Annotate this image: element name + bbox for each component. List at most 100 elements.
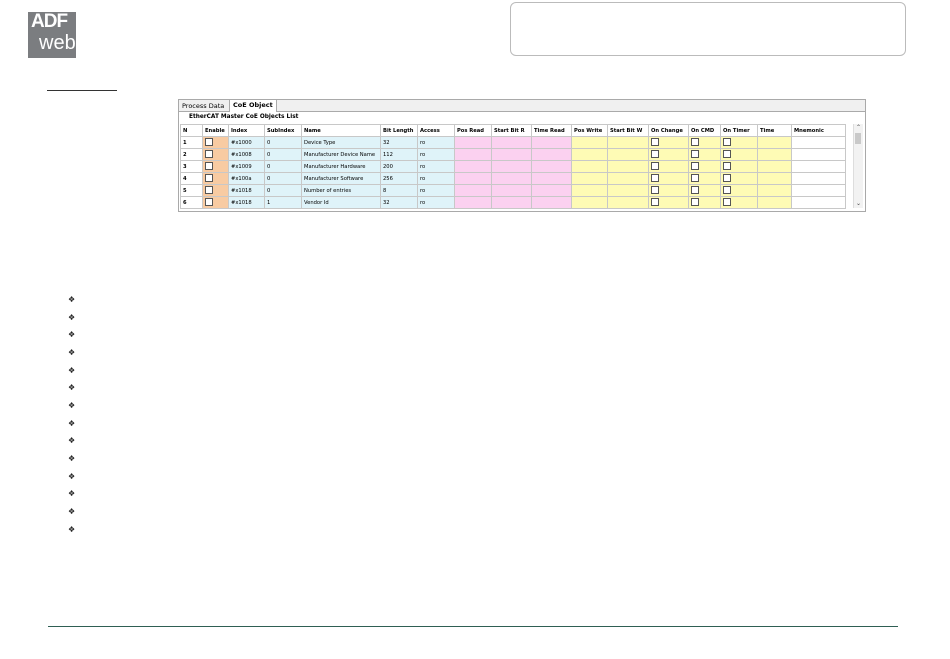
name-cell: Number of entries	[301, 184, 381, 197]
tab-coe-object[interactable]: CoE Object	[229, 100, 277, 112]
on-cmd-checkbox[interactable]	[691, 150, 699, 158]
vertical-scrollbar[interactable]: ⌃ ⌄	[853, 124, 863, 208]
mnemonic-cell[interactable]	[791, 184, 846, 197]
column-header: N	[180, 124, 203, 137]
index-cell: #x1000	[228, 136, 265, 149]
on-timer-checkbox[interactable]	[723, 186, 731, 194]
start-bit-read-cell[interactable]	[491, 196, 532, 209]
enable-cell	[202, 172, 229, 185]
time-read-cell[interactable]	[531, 172, 572, 185]
column-header: Name	[301, 124, 381, 137]
enable-checkbox[interactable]	[205, 150, 213, 158]
start-bit-write-cell[interactable]	[607, 136, 649, 149]
enable-checkbox[interactable]	[205, 174, 213, 182]
on-cmd-checkbox[interactable]	[691, 138, 699, 146]
scroll-down-icon[interactable]: ⌄	[854, 200, 863, 208]
start-bit-read-cell[interactable]	[491, 148, 532, 161]
list-item: ❖	[68, 525, 76, 534]
on-timer-cell	[720, 196, 758, 209]
start-bit-read-cell[interactable]	[491, 160, 532, 173]
on-timer-checkbox[interactable]	[723, 174, 731, 182]
pos-write-cell[interactable]	[571, 172, 608, 185]
on-cmd-checkbox[interactable]	[691, 162, 699, 170]
start-bit-read-cell[interactable]	[491, 184, 532, 197]
subindex-cell: 0	[264, 160, 302, 173]
start-bit-read-cell[interactable]	[491, 172, 532, 185]
time-cell[interactable]	[757, 136, 792, 149]
list-item: ❖	[68, 296, 76, 304]
on-change-checkbox[interactable]	[651, 186, 659, 194]
start-bit-write-cell[interactable]	[607, 184, 649, 197]
list-item: ❖	[68, 472, 76, 481]
pos-read-cell[interactable]	[454, 160, 492, 173]
mnemonic-cell[interactable]	[791, 172, 846, 185]
enable-cell	[202, 136, 229, 149]
on-change-checkbox[interactable]	[651, 198, 659, 206]
on-change-checkbox[interactable]	[651, 174, 659, 182]
on-timer-checkbox[interactable]	[723, 150, 731, 158]
access-cell: ro	[417, 184, 455, 197]
bullet-arrow-icon: ❖	[68, 436, 76, 446]
row-number: 1	[180, 136, 203, 149]
start-bit-write-cell[interactable]	[607, 172, 649, 185]
bit-length-cell: 256	[380, 172, 418, 185]
mnemonic-cell[interactable]	[791, 196, 846, 209]
pos-read-cell[interactable]	[454, 196, 492, 209]
mnemonic-cell[interactable]	[791, 148, 846, 161]
pos-write-cell[interactable]	[571, 160, 608, 173]
pos-read-cell[interactable]	[454, 148, 492, 161]
time-cell[interactable]	[757, 148, 792, 161]
time-read-cell[interactable]	[531, 136, 572, 149]
on-change-checkbox[interactable]	[651, 150, 659, 158]
bullet-arrow-icon: ❖	[68, 418, 76, 428]
table-row: 4 #x100a 0 Manufacturer Software 256 ro	[180, 172, 846, 185]
on-timer-checkbox[interactable]	[723, 198, 731, 206]
time-read-cell[interactable]	[531, 148, 572, 161]
scroll-up-icon[interactable]: ⌃	[854, 124, 863, 132]
bullet-arrow-icon: ❖	[68, 383, 76, 393]
on-timer-cell	[720, 172, 758, 185]
on-cmd-checkbox[interactable]	[691, 186, 699, 194]
access-cell: ro	[417, 136, 455, 149]
time-cell[interactable]	[757, 172, 792, 185]
pos-read-cell[interactable]	[454, 184, 492, 197]
pos-write-cell[interactable]	[571, 148, 608, 161]
scroll-thumb[interactable]	[855, 133, 861, 144]
bit-length-cell: 32	[380, 196, 418, 209]
pos-read-cell[interactable]	[454, 172, 492, 185]
mnemonic-cell[interactable]	[791, 160, 846, 173]
tab-process-data[interactable]: Process Data	[179, 101, 227, 111]
start-bit-write-cell[interactable]	[607, 160, 649, 173]
list-item: ❖	[68, 437, 76, 445]
enable-checkbox[interactable]	[205, 138, 213, 146]
start-bit-write-cell[interactable]	[607, 148, 649, 161]
time-read-cell[interactable]	[531, 184, 572, 197]
enable-checkbox[interactable]	[205, 162, 213, 170]
time-read-cell[interactable]	[531, 196, 572, 209]
pos-read-cell[interactable]	[454, 136, 492, 149]
time-cell[interactable]	[757, 184, 792, 197]
on-change-checkbox[interactable]	[651, 138, 659, 146]
column-header: Pos Read	[454, 124, 492, 137]
on-cmd-checkbox[interactable]	[691, 198, 699, 206]
name-cell: Manufacturer Device Name	[301, 148, 381, 161]
mnemonic-cell[interactable]	[791, 136, 846, 149]
time-cell[interactable]	[757, 196, 792, 209]
on-change-cell	[648, 148, 689, 161]
pos-write-cell[interactable]	[571, 136, 608, 149]
on-timer-checkbox[interactable]	[723, 162, 731, 170]
time-read-cell[interactable]	[531, 160, 572, 173]
on-cmd-checkbox[interactable]	[691, 174, 699, 182]
pos-write-cell[interactable]	[571, 184, 608, 197]
enable-checkbox[interactable]	[205, 186, 213, 194]
on-change-checkbox[interactable]	[651, 162, 659, 170]
on-timer-checkbox[interactable]	[723, 138, 731, 146]
time-cell[interactable]	[757, 160, 792, 173]
start-bit-write-cell[interactable]	[607, 196, 649, 209]
index-cell: #x1018	[228, 184, 265, 197]
pos-write-cell[interactable]	[571, 196, 608, 209]
start-bit-read-cell[interactable]	[491, 136, 532, 149]
enable-checkbox[interactable]	[205, 198, 213, 206]
enable-cell	[202, 184, 229, 197]
bullet-arrow-icon: ❖	[68, 312, 76, 322]
